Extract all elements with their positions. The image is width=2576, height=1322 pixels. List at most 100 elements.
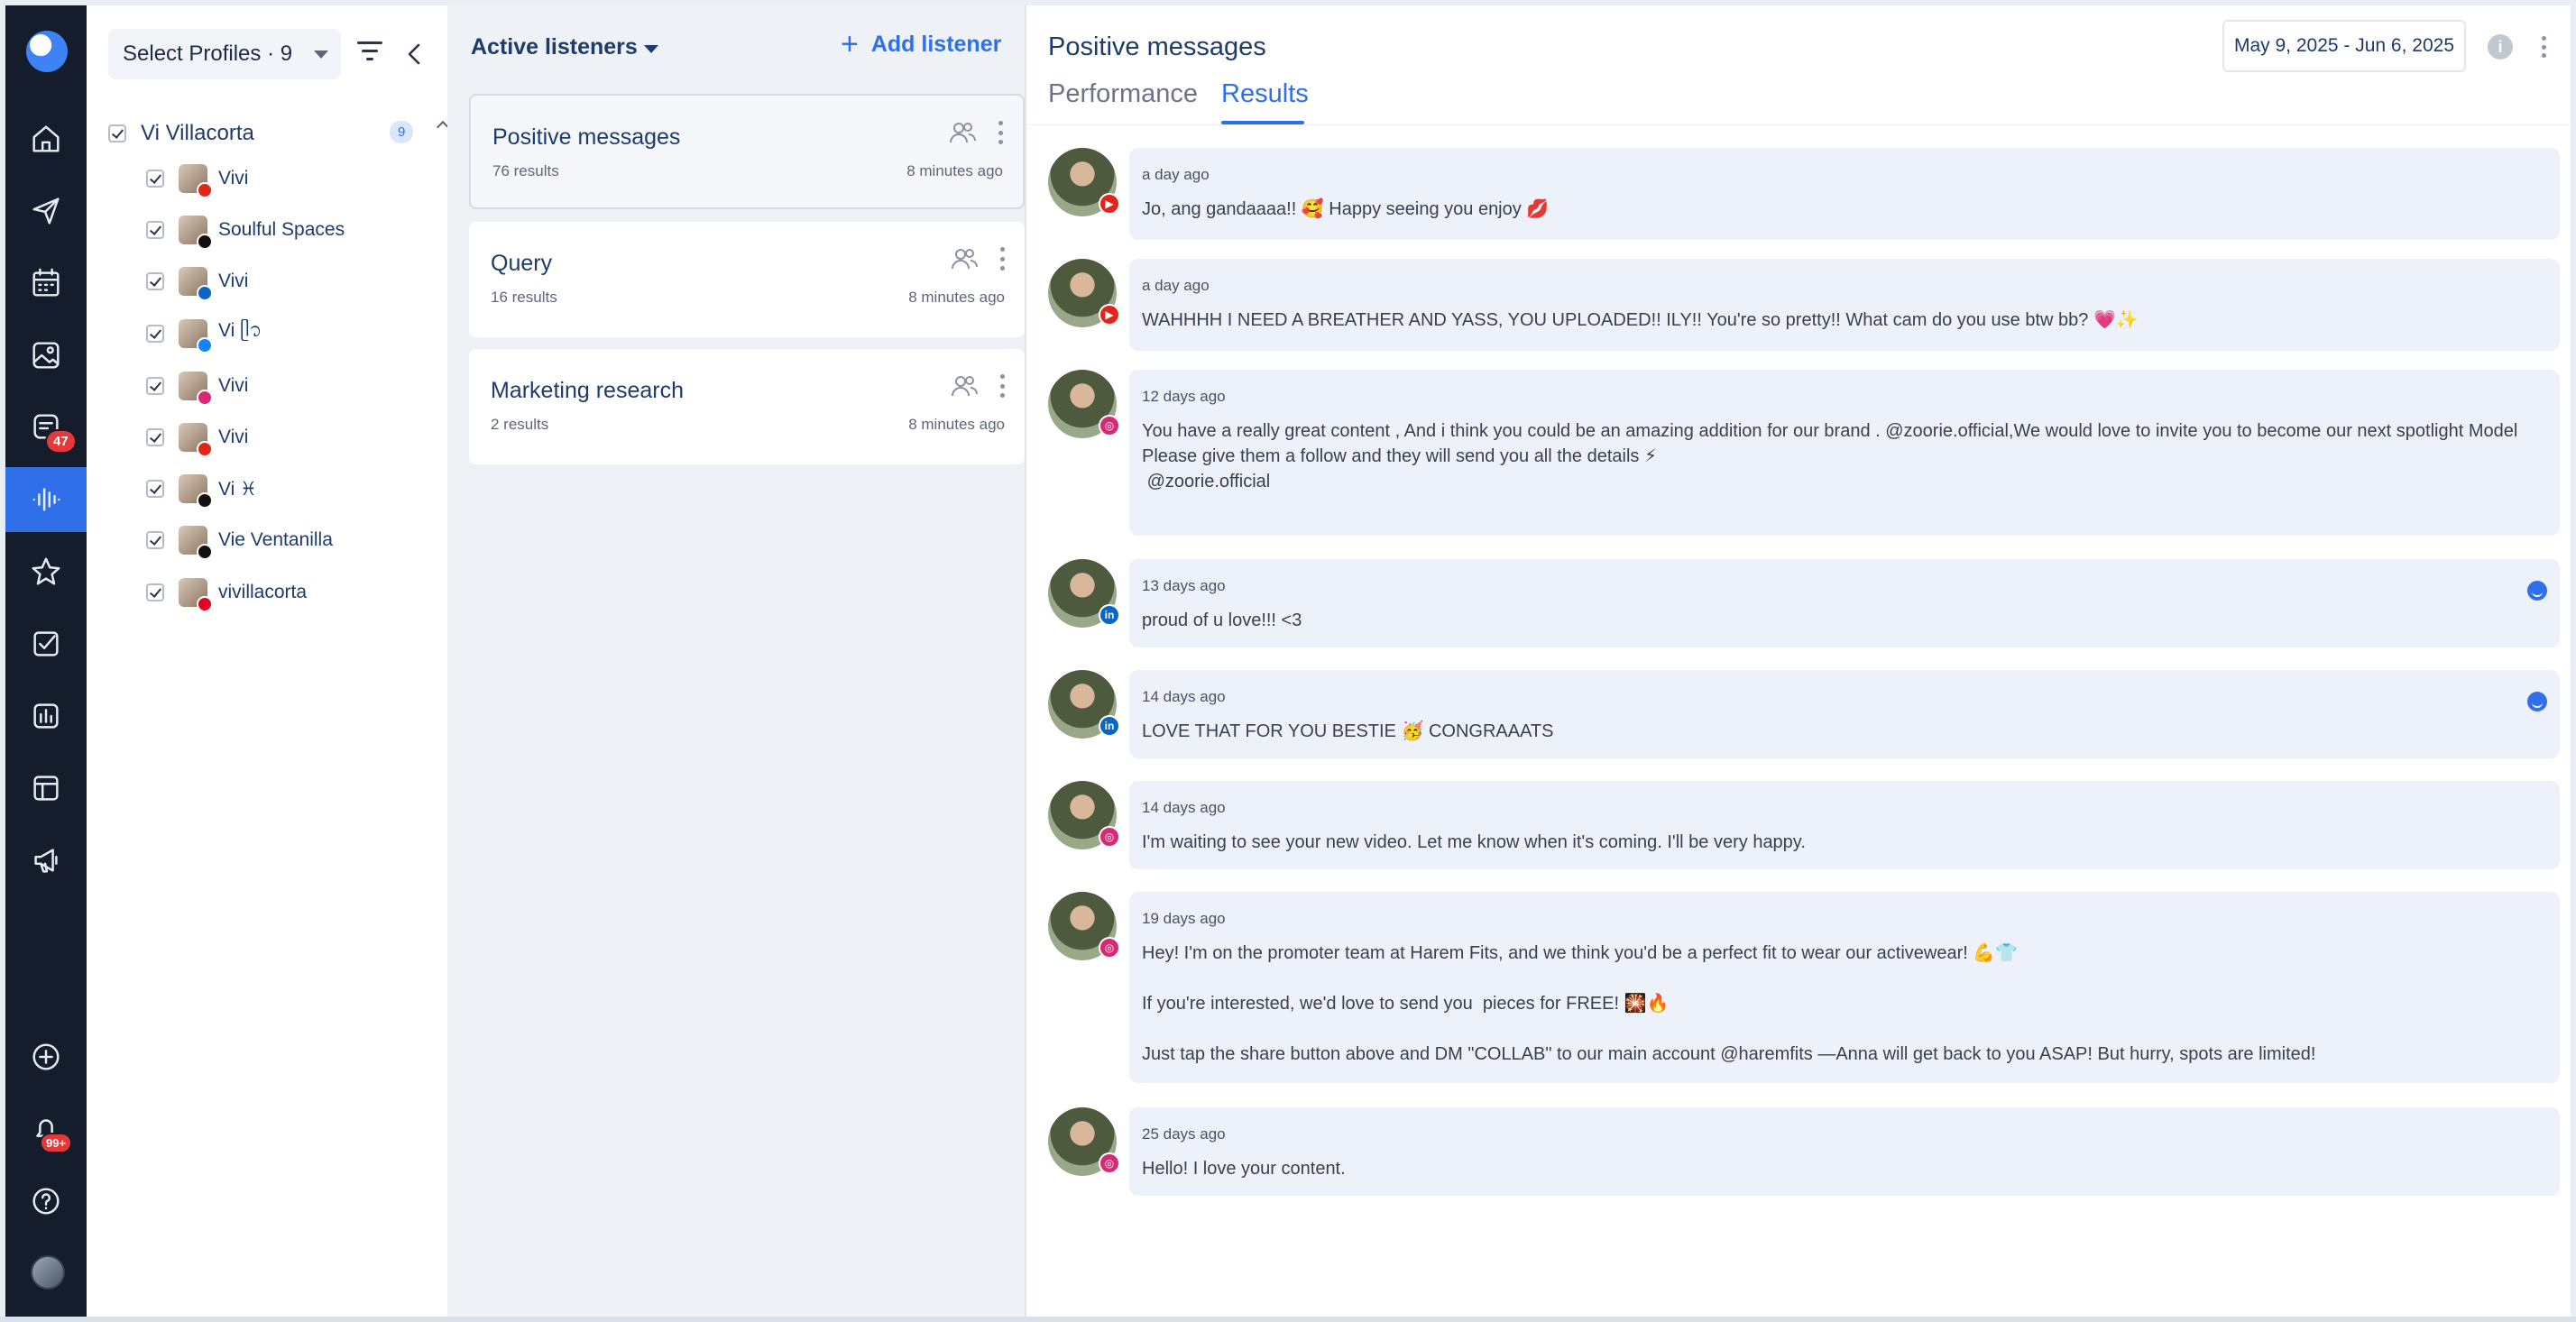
app-logo[interactable] [26,31,68,72]
avatar: ▶ [1048,259,1120,327]
account-checkbox[interactable] [146,325,164,343]
megaphone-icon[interactable] [5,828,87,893]
profile-account[interactable]: vivillacorta [146,573,435,612]
avatar [179,423,213,457]
help-icon[interactable] [5,1169,87,1234]
message-time: 14 days ago [1142,799,1226,816]
message-bubble: a day ago Jo, ang gandaaaa!! 🥰 Happy seei… [1129,148,2560,240]
result-message[interactable]: in 13 days ago proud of u love!!! <3 [1026,559,2572,647]
account-name: Vie Ventanilla [218,529,333,550]
threads-icon [197,544,213,560]
message-time: 25 days ago [1142,1125,1226,1143]
message-time: a day ago [1142,166,1210,183]
smiley-icon[interactable] [2527,692,2547,711]
collapse-panel-icon[interactable] [404,41,426,67]
smiley-icon[interactable] [2527,581,2547,601]
calendar-icon[interactable] [5,251,87,316]
tab-performance[interactable]: Performance [1048,79,1198,109]
message-bubble: 19 days ago Hey! I'm on the promoter team… [1129,892,2560,1083]
icon-rail: 47 99+ [5,5,87,1317]
message-time: 12 days ago [1142,388,1226,405]
linkedin-icon: in [1099,715,1120,737]
message-text: You have a really great content , And i … [1142,421,2518,491]
result-message[interactable]: ▶ a day ago Jo, ang gandaaaa!! 🥰 Happy see… [1026,148,2572,240]
avatar [179,319,213,353]
tab-results[interactable]: Results [1221,79,1309,109]
layout-icon[interactable] [5,756,87,821]
user-avatar[interactable] [31,1255,65,1290]
listener-card[interactable]: Marketing research 2 results 8 minutes ago [469,349,1025,464]
result-message[interactable]: ◎ 19 days ago Hey! I'm on the promoter tea… [1026,892,2572,1083]
linkedin-icon [197,285,213,301]
listener-card[interactable]: Query 16 results 8 minutes ago [469,222,1025,337]
more-options-icon[interactable] [2542,36,2547,58]
more-options-icon[interactable] [999,374,1005,398]
account-checkbox[interactable] [146,170,164,188]
result-message[interactable]: ◎ 14 days ago I'm waiting to see your new … [1026,781,2572,869]
profile-account[interactable]: Vivi [146,366,435,406]
people-icon[interactable] [949,121,976,144]
account-name: Vivi [218,271,249,291]
result-message[interactable]: ◎ 12 days ago You have a really great cont… [1026,370,2572,536]
avatar [179,474,213,509]
profile-account[interactable]: Vi ♓︎ [146,469,435,509]
account-checkbox[interactable] [146,377,164,395]
profile-select[interactable]: Select Profiles · 9 [108,29,341,79]
star-icon[interactable] [5,539,87,604]
account-checkbox[interactable] [146,531,164,549]
send-icon[interactable] [5,179,87,243]
people-icon[interactable] [951,247,978,271]
message-text: Hey! I'm on the promoter team at Harem F… [1142,943,2316,1064]
chevron-down-icon[interactable] [644,45,658,53]
group-checkbox[interactable] [108,124,126,142]
account-checkbox[interactable] [146,221,164,239]
profile-account[interactable]: Vivi [146,418,435,457]
tasks-icon[interactable] [5,611,87,676]
profile-account[interactable]: Soulful Spaces [146,210,435,250]
people-icon[interactable] [951,374,978,398]
more-options-icon[interactable] [998,121,1003,144]
listener-title: Positive messages [492,124,681,150]
listening-icon[interactable] [5,467,87,532]
inbox-icon[interactable]: 47 [5,395,87,460]
instagram-icon: ◎ [1099,1152,1120,1174]
listener-card[interactable]: Positive messages 76 results 8 minutes ago [469,94,1025,209]
profile-account[interactable]: Vivi [146,159,435,198]
bottom-edge [0,1317,2576,1322]
account-checkbox[interactable] [146,480,164,498]
add-listener-button[interactable]: + Add listener [841,29,1001,60]
profile-account[interactable]: Vivi [146,262,435,301]
media-icon[interactable] [5,323,87,388]
youtube-icon [197,441,213,457]
message-time: 14 days ago [1142,688,1226,705]
avatar: in [1048,559,1120,628]
more-options-icon[interactable] [999,247,1005,271]
tabs-divider [1026,124,2572,125]
youtube-icon [197,182,213,198]
home-icon[interactable] [5,106,87,171]
avatar [179,578,213,612]
avatar: ◎ [1048,781,1120,849]
account-checkbox[interactable] [146,272,164,290]
listeners-title[interactable]: Active listeners [471,34,638,60]
result-message[interactable]: ◎ 25 days ago Hello! I love your content. [1026,1107,2572,1196]
profile-group[interactable]: Vi Villacorta 9 [108,115,450,151]
result-message[interactable]: ▶ a day ago WAHHHH I NEED A BREATHER AND Y… [1026,259,2572,351]
bell-icon[interactable]: 99+ [5,1097,87,1161]
account-checkbox[interactable] [146,428,164,446]
linkedin-icon: in [1099,604,1120,626]
account-checkbox[interactable] [146,583,164,601]
filter-icon[interactable] [357,41,382,63]
avatar [179,526,213,560]
instagram-icon [197,390,213,406]
instagram-icon: ◎ [1099,826,1120,848]
date-range-picker[interactable]: May 9, 2025 - Jun 6, 2025 [2222,20,2466,72]
profile-account[interactable]: Vie Ventanilla [146,520,435,560]
avatar [179,164,213,198]
profile-account[interactable]: Vi ᥫ᭡ [146,314,435,353]
result-message[interactable]: in 14 days ago LOVE THAT FOR YOU BESTIE 🥳 … [1026,670,2572,758]
avatar: ◎ [1048,892,1120,960]
analytics-icon[interactable] [5,684,87,748]
add-circle-icon[interactable] [5,1024,87,1089]
info-icon[interactable]: i [2488,34,2513,60]
